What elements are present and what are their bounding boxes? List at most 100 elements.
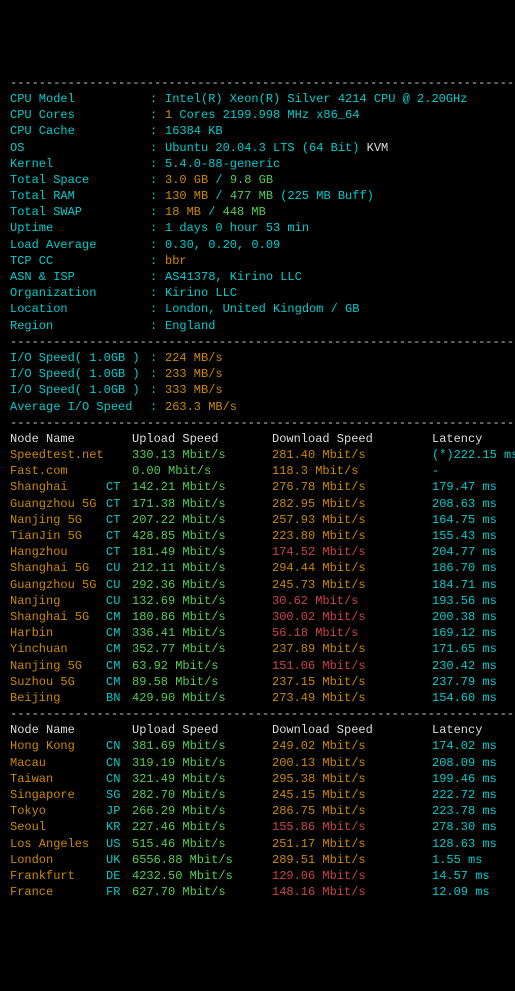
cpu-model: Intel(R) Xeon(R) Silver 4214 CPU @ 2.20G…	[165, 92, 467, 106]
speed-row: SingaporeSG282.70 Mbit/s245.15 Mbit/s222…	[10, 787, 505, 803]
speed-row: Nanjing 5GCT207.22 Mbit/s257.93 Mbit/s16…	[10, 512, 505, 528]
node-code: CT	[106, 544, 132, 560]
latency: (*)222.15 ms	[432, 447, 515, 463]
speed-row: Guangzhou 5GCU292.36 Mbit/s245.73 Mbit/s…	[10, 577, 505, 593]
ram-total: 477 MB	[223, 189, 281, 203]
download-speed: 249.02 Mbit/s	[272, 738, 432, 754]
node-name: Tokyo	[10, 803, 106, 819]
node-cell: SingaporeSG	[10, 787, 132, 803]
download-speed: 295.38 Mbit/s	[272, 771, 432, 787]
upload-speed: 0.00 Mbit/s	[132, 463, 272, 479]
organization: Kirino LLC	[165, 286, 237, 300]
node-cell: Los AngelesUS	[10, 836, 132, 852]
speed-row: HangzhouCT181.49 Mbit/s174.52 Mbit/s204.…	[10, 544, 505, 560]
download-speed: 155.86 Mbit/s	[272, 819, 432, 835]
node-cell: FrankfurtDE	[10, 868, 132, 884]
speed-row: Fast.com0.00 Mbit/s118.3 Mbit/s-	[10, 463, 505, 479]
download-speed: 174.52 Mbit/s	[272, 544, 432, 560]
uptime: 1 days 0 hour 53 min	[165, 221, 309, 235]
io-label: I/O Speed( 1.0GB )	[10, 350, 150, 366]
download-speed: 118.3 Mbit/s	[272, 463, 432, 479]
download-speed: 294.44 Mbit/s	[272, 560, 432, 576]
speed-row: MacauCN319.19 Mbit/s200.13 Mbit/s208.09 …	[10, 755, 505, 771]
speed-row: FranceFR627.70 Mbit/s148.16 Mbit/s12.09 …	[10, 884, 505, 900]
col-latency: Latency	[432, 722, 482, 738]
io-row: I/O Speed( 1.0GB ): 224 MB/s	[10, 350, 505, 366]
speed-row: TianJin 5GCT428.85 Mbit/s223.80 Mbit/s15…	[10, 528, 505, 544]
node-cell: FranceFR	[10, 884, 132, 900]
sysinfo-label: CPU Cache	[10, 123, 150, 139]
io-row: I/O Speed( 1.0GB ): 233 MB/s	[10, 366, 505, 382]
node-name: France	[10, 884, 106, 900]
latency: 155.43 ms	[432, 528, 497, 544]
os-name: Ubuntu 20.04.3 LTS (64 Bit)	[165, 141, 359, 155]
kernel: 5.4.0-88-generic	[165, 157, 280, 171]
sysinfo-row: TCP CC: bbr	[10, 253, 505, 269]
latency: 128.63 ms	[432, 836, 497, 852]
sysinfo-label: Total RAM	[10, 188, 150, 204]
latency: 208.09 ms	[432, 755, 497, 771]
node-code: CM	[106, 609, 132, 625]
node-code: CM	[106, 674, 132, 690]
speed-row: TaiwanCN321.49 Mbit/s295.38 Mbit/s199.46…	[10, 771, 505, 787]
speed-row: SeoulKR227.46 Mbit/s155.86 Mbit/s278.30 …	[10, 819, 505, 835]
latency: 199.46 ms	[432, 771, 497, 787]
node-cell: TokyoJP	[10, 803, 132, 819]
io-label: I/O Speed( 1.0GB )	[10, 382, 150, 398]
download-speed: 300.02 Mbit/s	[272, 609, 432, 625]
upload-speed: 336.41 Mbit/s	[132, 625, 272, 641]
io-value: 224 MB/s	[165, 351, 223, 365]
node-cell: Speedtest.net	[10, 447, 132, 463]
latency: 237.79 ms	[432, 674, 497, 690]
latency: 174.02 ms	[432, 738, 497, 754]
node-cell: NanjingCU	[10, 593, 132, 609]
upload-speed: 171.38 Mbit/s	[132, 496, 272, 512]
download-speed: 223.80 Mbit/s	[272, 528, 432, 544]
upload-speed: 515.46 Mbit/s	[132, 836, 272, 852]
col-download: Download Speed	[272, 722, 432, 738]
io-value: 333 MB/s	[165, 383, 223, 397]
latency: 1.55 ms	[432, 852, 482, 868]
latency: 223.78 ms	[432, 803, 497, 819]
sysinfo-row: Total SWAP: 18 MB / 448 MB	[10, 204, 505, 220]
io-label: I/O Speed( 1.0GB )	[10, 366, 150, 382]
os-virt: KVM	[359, 141, 388, 155]
node-name: Shanghai 5G	[10, 560, 106, 576]
latency: 12.09 ms	[432, 884, 490, 900]
speed-row: Shanghai 5GCM180.86 Mbit/s300.02 Mbit/s2…	[10, 609, 505, 625]
load-average: 0.30, 0.20, 0.09	[165, 238, 280, 252]
sysinfo-row: Uptime: 1 days 0 hour 53 min	[10, 220, 505, 236]
download-speed: 245.15 Mbit/s	[272, 787, 432, 803]
node-name: Frankfurt	[10, 868, 106, 884]
download-speed: 237.89 Mbit/s	[272, 641, 432, 657]
node-name: Guangzhou 5G	[10, 496, 106, 512]
node-code: CM	[106, 641, 132, 657]
sysinfo-label: Load Average	[10, 237, 150, 253]
node-cell: ShanghaiCT	[10, 479, 132, 495]
speed-row: BeijingBN429.90 Mbit/s273.49 Mbit/s154.6…	[10, 690, 505, 706]
upload-speed: 352.77 Mbit/s	[132, 641, 272, 657]
col-upload: Upload Speed	[132, 722, 272, 738]
sysinfo-label: Uptime	[10, 220, 150, 236]
node-name: Nanjing 5G	[10, 658, 106, 674]
sysinfo-row: OS: Ubuntu 20.04.3 LTS (64 Bit) KVM	[10, 140, 505, 156]
node-cell: Nanjing 5GCT	[10, 512, 132, 528]
latency: 179.47 ms	[432, 479, 497, 495]
sysinfo-row: Region: England	[10, 318, 505, 334]
node-name: Shanghai 5G	[10, 609, 106, 625]
node-cell: Shanghai 5GCU	[10, 560, 132, 576]
upload-speed: 627.70 Mbit/s	[132, 884, 272, 900]
col-latency: Latency	[432, 431, 482, 447]
node-cell: LondonUK	[10, 852, 132, 868]
node-code: CM	[106, 658, 132, 674]
speed-row: Los AngelesUS515.46 Mbit/s251.17 Mbit/s1…	[10, 836, 505, 852]
divider: ----------------------------------------…	[10, 334, 505, 350]
sysinfo-label: Total SWAP	[10, 204, 150, 220]
upload-speed: 282.70 Mbit/s	[132, 787, 272, 803]
speed-row: LondonUK6556.88 Mbit/s289.51 Mbit/s1.55 …	[10, 852, 505, 868]
node-code: FR	[106, 884, 132, 900]
node-cell: MacauCN	[10, 755, 132, 771]
node-cell: HangzhouCT	[10, 544, 132, 560]
colon: :	[150, 285, 165, 301]
node-cell: YinchuanCM	[10, 641, 132, 657]
